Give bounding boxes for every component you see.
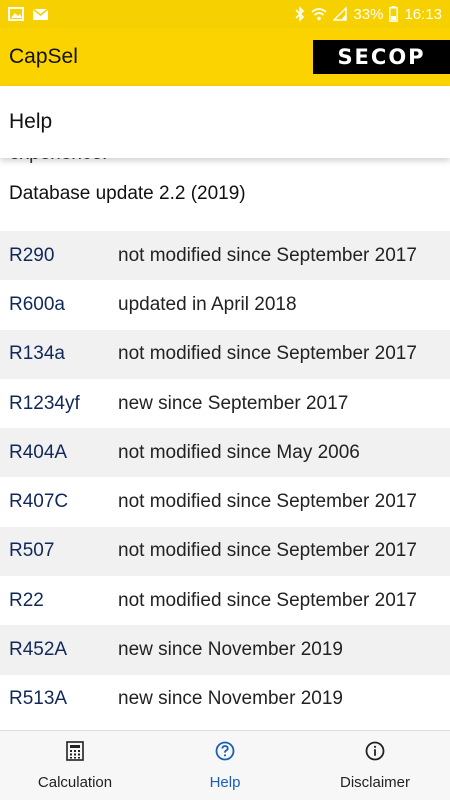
app-title: CapSel	[9, 45, 78, 68]
refrigerant-status: not modified since September 2017	[118, 244, 417, 266]
app-bar: CapSel SECOP	[0, 28, 450, 86]
table-row: R290 not modified since September 2017	[0, 231, 450, 281]
table-row: R22 not modified since September 2017	[0, 576, 450, 625]
brand-logo: SECOP	[313, 40, 450, 74]
table-row: R407C not modified since September 2017	[0, 477, 450, 526]
table-row: R404A not modified since May 2006	[0, 428, 450, 478]
refrigerant-name: R507	[9, 540, 55, 562]
clock: 16:13	[404, 5, 442, 23]
refrigerant-status: new since November 2019	[118, 688, 343, 710]
nav-disclaimer-label: Disclaimer	[339, 773, 410, 791]
refrigerant-status: new since September 2017	[118, 392, 349, 414]
refrigerant-status: not modified since May 2006	[118, 441, 360, 463]
refrigerant-name: R1234yf	[9, 392, 80, 414]
refrigerant-name: R134a	[9, 343, 65, 365]
refrigerant-status: new since November 2019	[118, 639, 343, 661]
table-row: R507 not modified since September 2017	[0, 526, 450, 577]
mail-icon	[32, 7, 49, 21]
bluetooth-icon	[295, 6, 305, 22]
refrigerant-status: not modified since September 2017	[118, 589, 417, 611]
refrigerant-name: R452A	[9, 639, 68, 661]
status-right: 33% 16:13	[295, 6, 442, 23]
nav-calculation-label: Calculation	[37, 773, 113, 791]
refrigerant-status: not modified since September 2017	[118, 540, 417, 562]
battery-icon	[389, 6, 399, 22]
refrigerant-name: R513A	[9, 688, 68, 710]
status-bar: 33% 16:13	[0, 0, 450, 28]
wifi-icon	[311, 7, 327, 21]
brand-logo-text: SECOP	[337, 45, 426, 69]
nav-calculation[interactable]: Calculation	[0, 740, 150, 791]
page-header: Help	[0, 86, 450, 158]
refrigerant-status: updated in April 2018	[118, 293, 297, 315]
image-icon	[8, 7, 24, 21]
table-row: R513A new since November 2019	[0, 675, 450, 724]
table-row: R134a not modified since September 2017	[0, 329, 450, 379]
page-title: Help	[9, 110, 53, 133]
help-circle-icon	[215, 741, 235, 766]
nav-help[interactable]: Help	[150, 741, 300, 791]
refrigerant-name: R290	[9, 244, 55, 266]
help-content[interactable]: experience. Database update 2.2 (2019) R…	[0, 140, 450, 730]
table-row: R452A new since November 2019	[0, 625, 450, 675]
refrigerant-name: R22	[9, 589, 44, 611]
refrigerant-name: R600a	[9, 293, 65, 315]
bottom-navigation: Calculation Help Disclaimer	[0, 730, 450, 800]
nav-help-label: Help	[209, 773, 241, 791]
refrigerant-status: not modified since September 2017	[118, 491, 417, 513]
signal-icon	[333, 7, 348, 21]
calculator-icon	[66, 740, 84, 766]
table-row: R1234yf new since September 2017	[0, 379, 450, 428]
nav-disclaimer[interactable]: Disclaimer	[300, 741, 450, 791]
info-circle-icon	[365, 741, 385, 766]
table-row: R600a updated in April 2018	[0, 280, 450, 329]
refrigerant-name: R404A	[9, 441, 68, 463]
status-left	[8, 7, 49, 21]
refrigerant-table: R290 not modified since September 2017 R60…	[0, 231, 450, 724]
refrigerant-status: not modified since September 2017	[118, 343, 417, 365]
battery-percent: 33%	[353, 5, 384, 23]
refrigerant-name: R407C	[9, 491, 69, 513]
database-update-heading: Database update 2.2 (2019)	[9, 183, 246, 204]
